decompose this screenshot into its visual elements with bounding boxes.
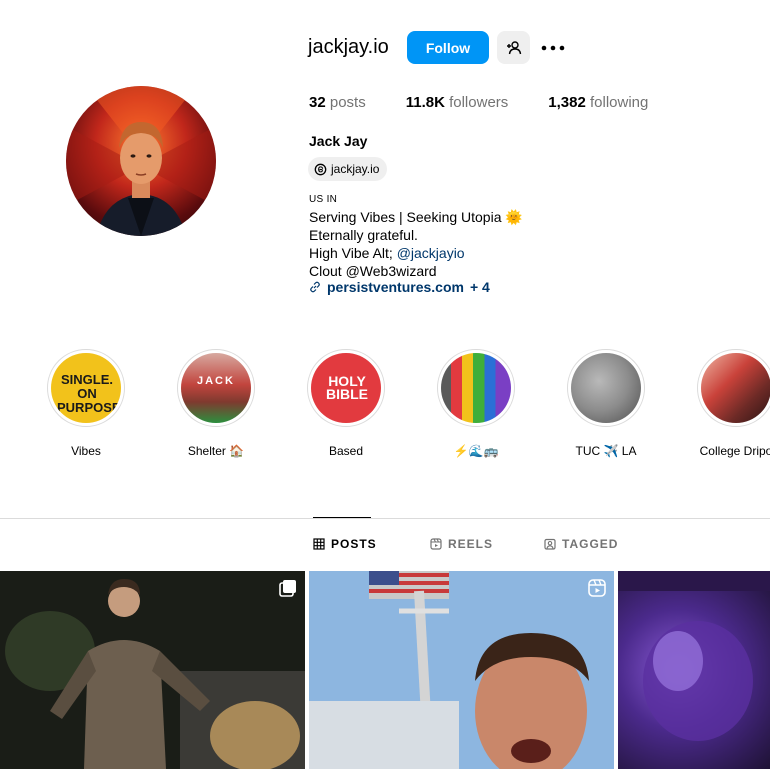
profile-bio: Serving Vibes | Seeking Utopia 🌞 Eternal… (309, 208, 523, 280)
highlight-ring (697, 349, 770, 427)
posts-label: posts (329, 94, 366, 111)
bio-line: Serving Vibes | Seeking Utopia 🌞 (309, 209, 523, 225)
bio-line-with-mention: High Vibe Alt; @jackjayio (309, 244, 523, 262)
tab-posts-label: POSTS (331, 537, 377, 551)
external-link-url: persistventures.com (327, 279, 464, 295)
external-link[interactable]: persistventures.com + 4 (309, 279, 490, 295)
tab-tagged-label: TAGGED (562, 537, 619, 551)
tagged-icon (544, 538, 556, 550)
highlight-cover: JACK (181, 353, 251, 423)
following-count: 1,382 (548, 94, 586, 111)
highlight-ring: JACK (177, 349, 255, 427)
highlight-energy[interactable]: ⚡🌊🚌 (411, 349, 541, 458)
highlight-ring: SINGLE. ON PURPOSE. (47, 349, 125, 427)
highlight-ring: HOLY BIBLE (307, 349, 385, 427)
highlight-cover (441, 353, 511, 423)
profile-category: US IN (309, 194, 338, 205)
highlight-shelter[interactable]: JACK Shelter 🏠 (151, 349, 281, 458)
highlight-cover: HOLY BIBLE (311, 353, 381, 423)
highlight-label: Vibes (71, 444, 101, 458)
reels-icon (430, 538, 442, 550)
profile-full-name: Jack Jay (309, 133, 368, 149)
profile-avatar[interactable] (66, 86, 216, 236)
highlight-cover-text: SINGLE. ON PURPOSE. (57, 372, 121, 415)
highlight-label: Based (328, 444, 364, 458)
tab-reels[interactable]: REELS (430, 537, 493, 551)
tab-reels-label: REELS (448, 537, 494, 551)
avatar-portrait (66, 86, 216, 236)
post-image (309, 571, 614, 769)
following-label: following (590, 94, 649, 111)
tab-tagged[interactable]: TAGGED (544, 537, 618, 551)
highlight-label: TUC ✈️ LA (575, 444, 637, 458)
threads-icon (314, 163, 327, 175)
external-link-more: + 4 (469, 279, 490, 295)
add-person-icon (506, 40, 521, 54)
post-thumbnail[interactable] (309, 571, 614, 769)
more-dots-icon (541, 45, 565, 51)
bio-line: Eternally grateful. (309, 227, 418, 243)
more-options-button[interactable] (538, 33, 568, 63)
highlight-label: College Dripo (699, 444, 770, 458)
profile-username: jackjay.io (308, 36, 389, 58)
bio-line: High Vibe Alt; (309, 245, 397, 261)
highlight-vibes[interactable]: SINGLE. ON PURPOSE. Vibes (21, 349, 151, 458)
suggested-accounts-button[interactable] (497, 31, 530, 64)
highlight-ring (567, 349, 645, 427)
highlight-cover: SINGLE. ON PURPOSE. (51, 353, 121, 423)
posts-count: 32 (309, 94, 326, 111)
post-thumbnail[interactable] (618, 571, 770, 769)
posts-stat: 32 posts (309, 94, 366, 111)
followers-count: 11.8K (405, 94, 445, 111)
following-stat[interactable]: 1,382 following (548, 94, 648, 111)
highlight-ring (437, 349, 515, 427)
post-image (0, 571, 305, 769)
highlight-cover-text: HOLY BIBLE (326, 373, 368, 402)
carousel-icon (279, 580, 296, 597)
highlight-cover (701, 353, 770, 423)
followers-stat[interactable]: 11.8K followers (406, 94, 509, 111)
post-image (618, 571, 770, 741)
highlight-cover-text: JACK (197, 375, 235, 387)
highlight-tuc-la[interactable]: TUC ✈️ LA (541, 349, 671, 458)
threads-badge[interactable]: jackjay.io (308, 157, 388, 181)
highlight-label: Shelter 🏠 (187, 444, 245, 458)
threads-handle: jackjay.io (331, 162, 380, 176)
highlight-based[interactable]: HOLY BIBLE Based (281, 349, 411, 458)
post-thumbnail[interactable] (0, 571, 305, 769)
active-tab-indicator (313, 517, 371, 518)
bio-mention-link[interactable]: @jackjayio (397, 245, 465, 261)
reel-icon (588, 579, 606, 597)
link-icon (310, 281, 320, 293)
tab-posts[interactable]: POSTS (313, 537, 377, 551)
highlight-label: ⚡🌊🚌 (453, 444, 499, 458)
bio-line: Clout @Web3wizard (309, 263, 437, 279)
grid-icon (313, 538, 325, 550)
followers-label: followers (449, 94, 509, 111)
highlight-college[interactable]: College Dripo (671, 349, 770, 458)
highlight-cover (571, 353, 641, 423)
tabs-divider (0, 518, 770, 519)
profile-stats: 32 posts 11.8K followers 1,382 following (309, 94, 688, 111)
follow-button[interactable]: Follow (407, 31, 489, 64)
